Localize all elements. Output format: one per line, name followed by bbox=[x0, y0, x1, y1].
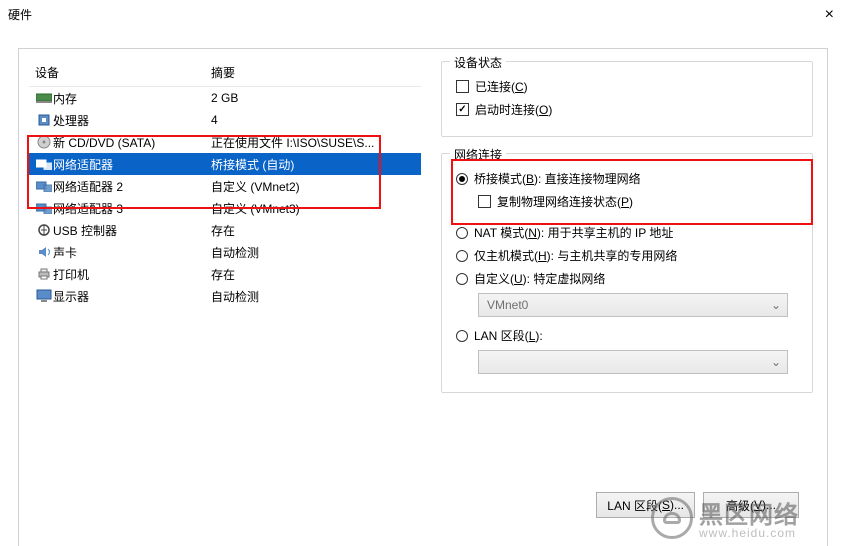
table-row[interactable]: 网络适配器桥接模式 (自动) bbox=[29, 153, 421, 175]
radio-icon bbox=[456, 250, 468, 262]
checkbox-icon bbox=[478, 195, 491, 208]
checkbox-icon bbox=[456, 103, 469, 116]
device-name: 显示器 bbox=[53, 288, 211, 305]
group-device-status: 设备状态 已连接(C) 启动时连接(O) bbox=[441, 61, 813, 137]
button-lan-segments[interactable]: LAN 区段(S)... bbox=[596, 492, 695, 518]
device-summary: 存在 bbox=[211, 222, 421, 239]
device-summary: 2 GB bbox=[211, 91, 421, 105]
radio-icon bbox=[456, 273, 468, 285]
radio-label: 仅主机模式(H): 与主机共享的专用网络 bbox=[474, 247, 677, 264]
radio-icon bbox=[456, 227, 468, 239]
table-row[interactable]: USB 控制器存在 bbox=[29, 219, 421, 241]
device-summary: 正在使用文件 I:\ISO\SUSE\S... bbox=[211, 134, 421, 151]
radio-label: 桥接模式(B): 直接连接物理网络 bbox=[474, 170, 641, 187]
radio-bridged[interactable]: 桥接模式(B): 直接连接物理网络 bbox=[456, 170, 798, 187]
group-title-network: 网络连接 bbox=[450, 146, 506, 163]
group-title-status: 设备状态 bbox=[450, 54, 506, 71]
table-row[interactable]: 网络适配器 2自定义 (VMnet2) bbox=[29, 175, 421, 197]
col-device: 设备 bbox=[35, 64, 211, 81]
checkbox-connect-on-start[interactable]: 启动时连接(O) bbox=[456, 101, 798, 118]
radio-label: 自定义(U): 特定虚拟网络 bbox=[474, 270, 605, 287]
radio-icon bbox=[456, 173, 468, 185]
list-header: 设备 摘要 bbox=[29, 61, 421, 87]
device-name: 网络适配器 3 bbox=[53, 200, 211, 217]
device-name: USB 控制器 bbox=[53, 222, 211, 239]
device-summary: 桥接模式 (自动) bbox=[211, 156, 421, 173]
select-value: VMnet0 bbox=[487, 298, 528, 312]
close-icon[interactable]: × bbox=[821, 6, 838, 24]
button-advanced[interactable]: 高级(V)... bbox=[703, 492, 799, 518]
radio-icon bbox=[456, 330, 468, 342]
net-icon bbox=[35, 180, 53, 192]
chevron-down-icon: ⌄ bbox=[771, 355, 781, 369]
checkbox-label: 启动时连接(O) bbox=[475, 101, 552, 118]
table-row[interactable]: 网络适配器 3自定义 (VMnet3) bbox=[29, 197, 421, 219]
radio-label: LAN 区段(L): bbox=[474, 327, 543, 344]
device-name: 网络适配器 bbox=[53, 156, 211, 173]
radio-lanseg[interactable]: LAN 区段(L): bbox=[456, 327, 798, 344]
device-summary: 自定义 (VMnet3) bbox=[211, 200, 421, 217]
radio-custom[interactable]: 自定义(U): 特定虚拟网络 bbox=[456, 270, 798, 287]
table-row[interactable]: 处理器4 bbox=[29, 109, 421, 131]
disc-icon bbox=[35, 135, 53, 149]
checkbox-label: 已连接(C) bbox=[475, 78, 528, 95]
device-summary: 自动检测 bbox=[211, 244, 421, 261]
sound-icon bbox=[35, 245, 53, 259]
table-row[interactable]: 内存2 GB bbox=[29, 87, 421, 109]
device-summary: 存在 bbox=[211, 266, 421, 283]
checkbox-replicate[interactable]: 复制物理网络连接状态(P) bbox=[478, 193, 798, 210]
checkbox-connected[interactable]: 已连接(C) bbox=[456, 78, 798, 95]
device-name: 声卡 bbox=[53, 244, 211, 261]
memory-icon bbox=[35, 92, 53, 104]
table-row[interactable]: 显示器自动检测 bbox=[29, 285, 421, 307]
select-lanseg[interactable]: ⌄ bbox=[478, 350, 788, 374]
select-vmnet[interactable]: VMnet0 ⌄ bbox=[478, 293, 788, 317]
device-summary: 自动检测 bbox=[211, 288, 421, 305]
checkbox-icon bbox=[456, 80, 469, 93]
cpu-icon bbox=[35, 113, 53, 127]
checkbox-label: 复制物理网络连接状态(P) bbox=[497, 193, 633, 210]
device-name: 新 CD/DVD (SATA) bbox=[53, 134, 211, 151]
table-row[interactable]: 打印机存在 bbox=[29, 263, 421, 285]
radio-nat[interactable]: NAT 模式(N): 用于共享主机的 IP 地址 bbox=[456, 224, 798, 241]
table-row[interactable]: 新 CD/DVD (SATA)正在使用文件 I:\ISO\SUSE\S... bbox=[29, 131, 421, 153]
radio-label: NAT 模式(N): 用于共享主机的 IP 地址 bbox=[474, 224, 673, 241]
chevron-down-icon: ⌄ bbox=[771, 298, 781, 312]
usb-icon bbox=[35, 223, 53, 237]
net-icon bbox=[35, 202, 53, 214]
device-name: 网络适配器 2 bbox=[53, 178, 211, 195]
device-name: 内存 bbox=[53, 90, 211, 107]
device-name: 打印机 bbox=[53, 266, 211, 283]
device-list: 设备 摘要 内存2 GB处理器4新 CD/DVD (SATA)正在使用文件 I:… bbox=[29, 61, 421, 532]
device-summary: 自定义 (VMnet2) bbox=[211, 178, 421, 195]
device-name: 处理器 bbox=[53, 112, 211, 129]
printer-icon bbox=[35, 267, 53, 281]
window-title: 硬件 bbox=[8, 6, 32, 23]
display-icon bbox=[35, 289, 53, 303]
net-icon bbox=[35, 158, 53, 170]
radio-hostonly[interactable]: 仅主机模式(H): 与主机共享的专用网络 bbox=[456, 247, 798, 264]
group-network: 网络连接 桥接模式(B): 直接连接物理网络 复制物理网络连接状态(P) NAT… bbox=[441, 153, 813, 393]
table-row[interactable]: 声卡自动检测 bbox=[29, 241, 421, 263]
col-summary: 摘要 bbox=[211, 64, 235, 81]
device-summary: 4 bbox=[211, 113, 421, 127]
